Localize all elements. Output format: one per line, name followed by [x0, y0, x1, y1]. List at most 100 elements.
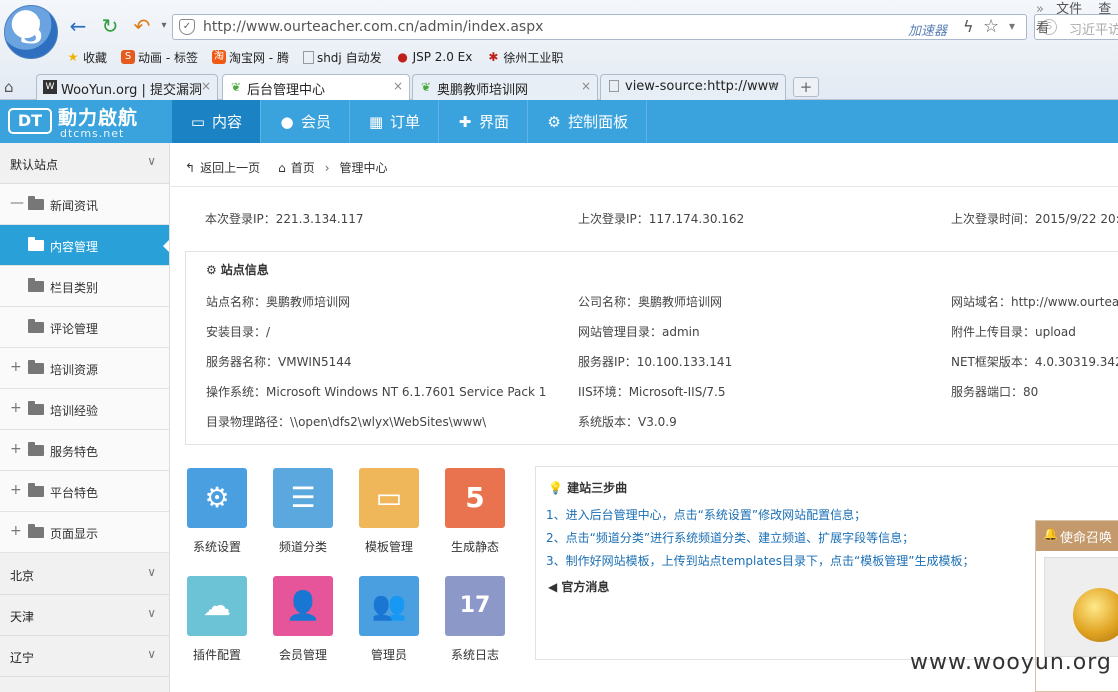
expand-icon[interactable]: + — [10, 523, 22, 539]
app-header: DT 動力啟航 dtcms.net ▭ 内容 ● 会员 ▦ 订单 ✚ 界面 ⚙ — [0, 100, 1118, 143]
favorite-star-icon[interactable]: ☆ — [983, 16, 999, 37]
menu-file[interactable]: 文件 — [1056, 2, 1082, 17]
sidebar-item-label: 内容管理 — [50, 240, 99, 254]
lightbulb-icon: 💡 — [548, 481, 563, 495]
sidebar-default-site[interactable]: 默认站点 ∨ — [0, 143, 169, 184]
bookmark-favorites[interactable]: ★ 收藏 — [66, 49, 107, 66]
sidebar-item-training-resources[interactable]: + 培训资源 — [0, 348, 169, 389]
sidebar-item-news[interactable]: — 新闻资讯 — [0, 184, 169, 225]
address-bar[interactable]: ✓ http://www.ourteacher.com.cn/admin/ind… — [172, 14, 1027, 40]
folder-open-icon — [28, 237, 44, 251]
quick-system-settings[interactable]: ⚙ 系统设置 — [177, 468, 257, 555]
quick-system-log[interactable]: 17 系统日志 — [435, 576, 515, 663]
region-label: 天津 — [10, 610, 35, 624]
nav-label: 控制面板 — [568, 113, 629, 131]
brand-logo[interactable]: DT 動力啟航 dtcms.net — [0, 100, 172, 143]
gold-coins-image — [1073, 588, 1118, 642]
logo-cn: 動力啟航 — [58, 107, 139, 129]
popup-image[interactable] — [1044, 557, 1118, 657]
nav-order[interactable]: ▦ 订单 — [350, 100, 440, 143]
back-icon: ↰ — [185, 161, 196, 175]
sidebar-item-platform-features[interactable]: + 平台特色 — [0, 471, 169, 512]
sidebar-item-training-experience[interactable]: + 培训经验 — [0, 389, 169, 430]
chevron-down-icon: ∨ — [147, 565, 156, 579]
quick-label: 会员管理 — [278, 648, 327, 662]
quick-label: 系统设置 — [192, 540, 241, 554]
sidebar-region-tianjin[interactable]: 天津 ∨ — [0, 595, 169, 636]
step-3-link[interactable]: 3、制作好网站模板，上传到站点templates目录下，点击“模板管理”生成模板… — [546, 552, 975, 569]
tab-view-source[interactable]: view-source:http://www × — [600, 74, 786, 100]
bookmark-shdj[interactable]: shdj 自动发 — [302, 49, 382, 66]
folder-icon — [28, 524, 44, 538]
quick-administrators[interactable]: 👥 管理员 — [349, 576, 429, 663]
sidebar-item-page-display[interactable]: + 页面显示 — [0, 512, 169, 553]
sidebar-item-comments[interactable]: 评论管理 — [0, 307, 169, 348]
browser-logo-icon[interactable]: S — [4, 5, 58, 59]
bookmark-xuzhou[interactable]: ✱ 徐州工业职 — [486, 49, 563, 66]
popup-header: 🔔 使命召唤 — [1036, 521, 1118, 551]
tab-aopeng[interactable]: ❦ 奥鹏教师培训网 × — [412, 74, 598, 100]
tile-glyph: ☰ — [290, 481, 316, 514]
quick-label: 管理员 — [370, 648, 407, 662]
tab-close-icon[interactable]: × — [581, 79, 591, 93]
member-icon: 👤 — [273, 576, 333, 636]
steps-panel: 💡 建站三步曲 1、进入后台管理中心，点击“系统设置”修改网站配置信息； 2、点… — [535, 466, 1118, 660]
accelerator-link[interactable]: 加速器 — [908, 20, 947, 39]
new-tab-button[interactable]: + — [793, 77, 819, 97]
template-icon: ▭ — [359, 468, 419, 528]
expand-icon[interactable]: + — [10, 441, 22, 457]
nav-interface[interactable]: ✚ 界面 — [439, 100, 529, 143]
quick-channel-categories[interactable]: ☰ 频道分类 — [263, 468, 343, 555]
address-dropdown-icon[interactable]: ▾ — [1009, 19, 1015, 33]
address-url[interactable]: http://www.ourteacher.com.cn/admin/index… — [203, 19, 543, 35]
quick-plugin-config[interactable]: ☁ 插件配置 — [177, 576, 257, 663]
expand-icon[interactable]: + — [10, 359, 22, 375]
tab-label: view-source:http://www — [625, 79, 779, 94]
site-domain: 网站域名：http://www.ourtea — [951, 295, 1118, 309]
tab-close-icon[interactable]: × — [769, 79, 779, 93]
home-link[interactable]: ⌂ 首页 — [278, 159, 315, 176]
tab-close-icon[interactable]: × — [393, 79, 403, 93]
sidebar-item-service-features[interactable]: + 服务特色 — [0, 430, 169, 471]
calendar-icon: 17 — [445, 576, 505, 636]
nav-label: 订单 — [390, 113, 421, 131]
tab-close-icon[interactable]: × — [201, 79, 211, 93]
nav-control-panel[interactable]: ⚙ 控制面板 — [528, 100, 648, 143]
os-info: 操作系统：Microsoft Windows NT 6.1.7601 Servi… — [206, 385, 547, 399]
tab-label: 奥鹏教师培训网 — [437, 83, 529, 98]
sidebar-item-content-management[interactable]: 内容管理 — [0, 225, 169, 266]
refresh-icon[interactable]: ↻ — [96, 12, 124, 40]
lightning-icon[interactable]: ϟ — [963, 17, 974, 36]
nav-content[interactable]: ▭ 内容 — [172, 100, 262, 143]
system-version: 系统版本：V3.0.9 — [578, 415, 677, 429]
breadcrumb-current: 管理中心 — [339, 161, 388, 175]
quick-member-management[interactable]: 👤 会员管理 — [263, 576, 343, 663]
sidebar-item-categories[interactable]: 栏目类别 — [0, 266, 169, 307]
physical-path: 目录物理路径：\\open\dfs2\wlyx\WebSites\www\ — [206, 415, 487, 429]
home-icon[interactable]: ⌂ — [4, 78, 14, 96]
quick-template-management[interactable]: ▭ 模板管理 — [349, 468, 429, 555]
collapse-icon[interactable]: — — [10, 195, 24, 211]
screenshot-root: S ← ↻ ↶ ▾ ✓ http://www.ourteacher.com.cn… — [0, 0, 1118, 692]
bookmark-anime[interactable]: S 动画 - 标签 — [121, 49, 198, 66]
folder-icon — [28, 442, 44, 456]
bookmarks-bar: ★ 收藏 S 动画 - 标签 淘 淘宝网 - 腾 shdj 自动发 ● JSP … — [66, 47, 577, 67]
bookmark-jsp[interactable]: ● JSP 2.0 Ex — [396, 50, 472, 64]
quick-generate-static[interactable]: 5 生成静态 — [435, 468, 515, 555]
menu-chevron-icon[interactable]: » — [1036, 2, 1044, 17]
logo-en: dtcms.net — [60, 127, 125, 140]
sidebar-region-liaoning[interactable]: 辽宁 ∨ — [0, 636, 169, 677]
nav-member[interactable]: ● 会员 — [261, 100, 351, 143]
back-arrow-icon[interactable]: ← — [64, 12, 92, 40]
expand-icon[interactable]: + — [10, 482, 22, 498]
back-link[interactable]: ↰ 返回上一页 — [185, 159, 260, 176]
sidebar-item-label: 培训资源 — [50, 363, 99, 377]
tab-admin-center[interactable]: ❦ 后台管理中心 × — [222, 74, 410, 100]
step-2-link[interactable]: 2、点击“频道分类”进行系统频道分类、建立频道、扩展字段等信息； — [546, 529, 914, 546]
bookmark-taobao[interactable]: 淘 淘宝网 - 腾 — [211, 49, 289, 66]
quick-label: 插件配置 — [192, 648, 241, 662]
sidebar-region-beijing[interactable]: 北京 ∨ — [0, 554, 169, 595]
expand-icon[interactable]: + — [10, 400, 22, 416]
tab-wooyun[interactable]: W WooYun.org | 提交漏洞 × — [36, 74, 218, 100]
step-1-link[interactable]: 1、进入后台管理中心，点击“系统设置”修改网站配置信息； — [546, 506, 866, 523]
